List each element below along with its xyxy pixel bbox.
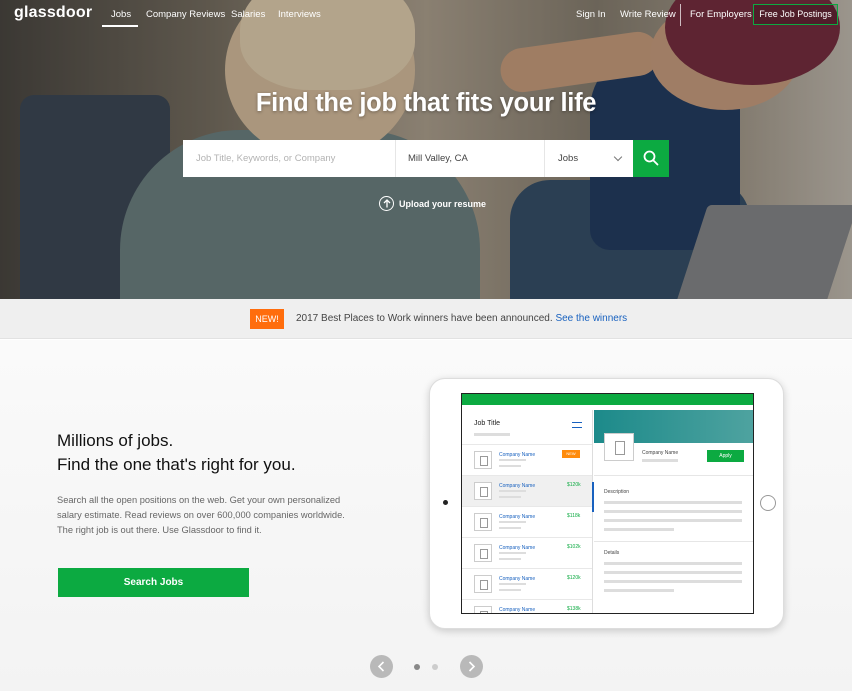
- upload-resume-label: Upload your resume: [399, 199, 487, 209]
- tablet-camera: [443, 500, 448, 505]
- tablet-screen: Job Title Company Name NEW Company Name …: [461, 393, 754, 614]
- search-type-value: Jobs: [558, 153, 579, 164]
- job-list-panel: Job Title Company Name NEW Company Name …: [462, 410, 593, 613]
- nav-company-reviews[interactable]: Company Reviews: [146, 9, 225, 20]
- job-detail-panel: Company Name Apply Description Details: [592, 410, 753, 613]
- feature-section: Millions of jobs. Find the one that's ri…: [0, 340, 852, 691]
- job-list-item: Company Name $102k: [462, 537, 592, 568]
- see-winners-link[interactable]: See the winners: [555, 313, 627, 324]
- search-jobs-button[interactable]: Search Jobs: [58, 568, 249, 597]
- details-heading: Details: [604, 550, 620, 556]
- building-icon: [474, 575, 492, 593]
- nav-active-indicator: [102, 25, 138, 27]
- salary: $138k: [567, 606, 581, 612]
- feature-description: Search all the open positions on the web…: [57, 495, 345, 535]
- free-job-postings-button[interactable]: Free Job Postings: [753, 4, 838, 25]
- job-list-item: Company Name $120k: [462, 568, 592, 599]
- announcement-bar: NEW! 2017 Best Places to Work winners ha…: [0, 299, 852, 339]
- nav-interviews[interactable]: Interviews: [278, 9, 321, 20]
- building-icon: [604, 433, 634, 461]
- upload-arrow-icon: [379, 196, 394, 211]
- hero: glassdoor Jobs Company Reviews Salaries …: [0, 0, 852, 299]
- chevron-down-icon: [613, 152, 623, 162]
- carousel-prev-button[interactable]: [370, 655, 393, 678]
- nav-jobs[interactable]: Jobs: [111, 9, 131, 20]
- tablet-home-button: [760, 495, 776, 511]
- nav-for-employers[interactable]: For Employers: [690, 9, 752, 20]
- building-icon: [474, 544, 492, 562]
- carousel-dot[interactable]: [432, 664, 438, 670]
- feature-headline: Millions of jobs.: [57, 431, 174, 450]
- job-list-item: Company Name $120k: [462, 475, 592, 506]
- nav-divider: [680, 4, 681, 26]
- search-icon: [643, 150, 659, 166]
- job-title-label: Job Title: [474, 420, 501, 427]
- salary: $120k: [567, 575, 581, 581]
- job-list-item: Company Name $138k: [462, 599, 592, 613]
- building-icon: [474, 513, 492, 531]
- announcement-text: 2017 Best Places to Work winners have be…: [296, 313, 553, 324]
- nav-sign-in[interactable]: Sign In: [576, 9, 606, 20]
- top-nav: glassdoor Jobs Company Reviews Salaries …: [0, 0, 852, 30]
- salary: $102k: [567, 544, 581, 550]
- salary: $120k: [567, 482, 581, 488]
- nav-write-review[interactable]: Write Review: [620, 9, 676, 20]
- building-icon: [474, 482, 492, 500]
- job-list-item: Company Name NEW: [462, 444, 592, 475]
- job-search-bar: Jobs: [183, 140, 669, 177]
- nav-salaries[interactable]: Salaries: [231, 9, 265, 20]
- glassdoor-logo[interactable]: glassdoor: [14, 4, 92, 22]
- search-button[interactable]: [633, 140, 669, 177]
- carousel-dot-active[interactable]: [414, 664, 420, 670]
- job-list-item: Company Name $118k: [462, 506, 592, 537]
- chevron-left-icon: [377, 661, 385, 672]
- description-heading: Description: [604, 489, 630, 495]
- new-badge: NEW!: [250, 309, 284, 329]
- apply-button: Apply: [707, 450, 744, 462]
- tablet-illustration: Job Title Company Name NEW Company Name …: [429, 378, 784, 629]
- building-icon: [474, 451, 492, 469]
- detail-company-name: Company Name: [642, 450, 679, 456]
- new-badge: NEW: [562, 450, 580, 458]
- feature-subheadline: Find the one that's right for you.: [57, 455, 296, 474]
- search-type-dropdown[interactable]: Jobs: [545, 140, 633, 177]
- filter-icon: [572, 422, 582, 428]
- hero-title: Find the job that fits your life: [255, 89, 597, 117]
- salary: $118k: [567, 513, 581, 519]
- location-input[interactable]: [396, 140, 544, 177]
- keyword-search-input[interactable]: [183, 140, 395, 177]
- chevron-right-icon: [468, 661, 476, 672]
- carousel-next-button[interactable]: [460, 655, 483, 678]
- building-icon: [474, 606, 492, 613]
